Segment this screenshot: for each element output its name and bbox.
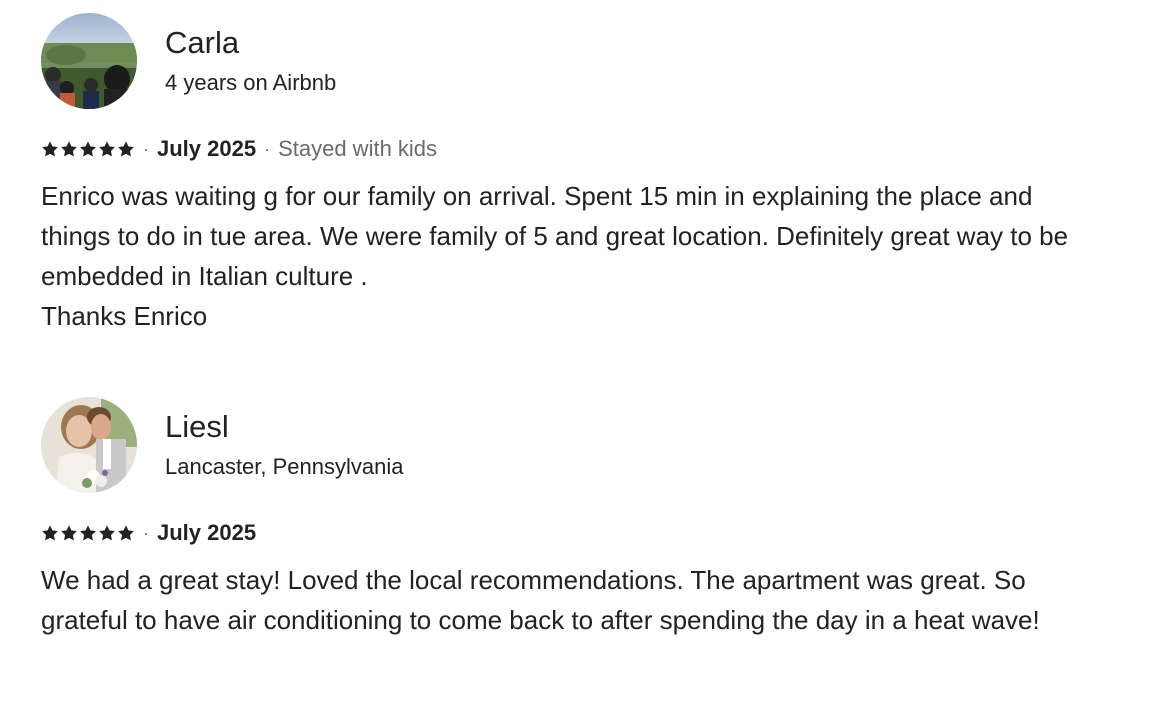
review-card: Liesl Lancaster, Pennsylvania · July 202… <box>41 397 1101 635</box>
review-paragraph: We had a great stay! Loved the local rec… <box>41 565 1040 635</box>
review-date: July 2025 <box>157 520 257 545</box>
star-icon <box>61 525 77 541</box>
review-card: Carla 4 years on Airbnb · July 2025 · St… <box>41 13 1101 331</box>
review-paragraph: Thanks Enrico <box>41 301 208 331</box>
review-meta: · July 2025 <box>41 517 256 549</box>
star-icon <box>42 141 58 157</box>
review-paragraph: Enrico was waiting g for our family on a… <box>41 181 1069 291</box>
reviewer-header: Liesl Lancaster, Pennsylvania <box>41 397 1101 493</box>
review-meta: · July 2025 · Stayed with kids <box>41 133 437 165</box>
avatar[interactable] <box>41 13 137 109</box>
reviewer-name: Liesl <box>165 409 229 444</box>
trip-type: Stayed with kids <box>278 136 438 161</box>
star-icon <box>99 525 115 541</box>
avatar-photo <box>41 13 137 109</box>
reviewer-name: Carla <box>165 25 240 60</box>
star-icon <box>118 141 134 157</box>
star-icon <box>80 525 96 541</box>
star-icon <box>80 141 96 157</box>
star-icon <box>118 525 134 541</box>
review-date: July 2025 <box>157 136 257 161</box>
reviewer-location: Lancaster, Pennsylvania <box>165 454 404 479</box>
star-rating <box>41 140 135 158</box>
separator-dot: · <box>264 138 271 159</box>
avatar[interactable] <box>41 397 137 493</box>
reviewer-header: Carla 4 years on Airbnb <box>41 13 1101 109</box>
star-icon <box>42 525 58 541</box>
avatar-photo <box>41 397 137 493</box>
reviewer-tenure: 4 years on Airbnb <box>165 70 337 95</box>
star-icon <box>61 141 77 157</box>
star-rating <box>41 524 135 542</box>
separator-dot: · <box>143 522 149 543</box>
review-text: We had a great stay! Loved the local rec… <box>41 560 1101 640</box>
separator-dot: · <box>143 138 149 159</box>
star-icon <box>99 141 115 157</box>
review-text: Enrico was waiting g for our family on a… <box>41 176 1101 336</box>
